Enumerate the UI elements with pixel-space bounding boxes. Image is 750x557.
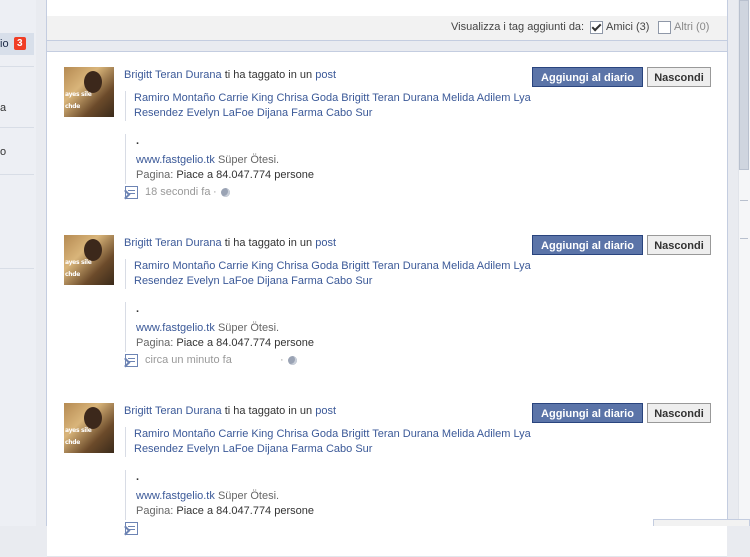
actor-link[interactable]: Brigitt Teran Durana (124, 69, 222, 81)
profile-picture[interactable]: ayes sile chde (64, 403, 114, 453)
sidebar-item-label: io (0, 38, 9, 50)
shared-link-attachment: . www.fastgelio.tk Süper Ötesi. Pagina: … (125, 470, 525, 520)
story-headline: Brigitt Teran Durana ti ha taggato in un… (124, 69, 336, 81)
thumbnail-caption: chde (65, 103, 80, 110)
hide-button[interactable]: Nascondi (647, 403, 711, 423)
photo-subject (84, 407, 102, 429)
page-likes: Piace a 84.047.774 persone (176, 169, 314, 181)
top-panel-edge (47, 0, 727, 17)
sidebar-item-active[interactable]: io 3 (0, 33, 34, 55)
post-link[interactable]: post (315, 69, 336, 81)
scrollbar-marker (740, 200, 748, 201)
others-checkbox[interactable] (658, 21, 671, 34)
tag-note-icon (125, 354, 138, 367)
public-globe-icon[interactable] (288, 356, 297, 365)
tag-story: ayes sile chde Brigitt Teran Durana ti h… (47, 220, 727, 389)
tag-note-icon (125, 522, 138, 535)
attachment-source: www.fastgelio.tk Süper Ötesi. (136, 154, 279, 166)
add-to-timeline-button[interactable]: Aggiungi al diario (532, 235, 643, 255)
photo-subject (84, 71, 102, 93)
sidebar-divider (0, 66, 34, 67)
attachment-subtitle: Süper Ötesi. (217, 490, 280, 502)
thumbnail-caption: ayes sile (65, 427, 92, 434)
sidebar-divider (0, 127, 34, 128)
add-to-timeline-button[interactable]: Aggiungi al diario (532, 403, 643, 423)
attachment-page-info: Pagina: Piace a 84.047.774 persone (136, 169, 314, 181)
attachment-source: www.fastgelio.tk Süper Ötesi. (136, 322, 279, 334)
page-label: Pagina: (136, 505, 174, 517)
profile-picture[interactable]: ayes sile chde (64, 235, 114, 285)
page-likes: Piace a 84.047.774 persone (176, 337, 314, 349)
sidebar-item-fragment[interactable]: o (0, 146, 6, 158)
separator: · (213, 186, 217, 198)
friends-checkbox[interactable] (590, 21, 603, 34)
hide-button[interactable]: Nascondi (647, 67, 711, 87)
actor-link[interactable]: Brigitt Teran Durana (124, 405, 222, 417)
thumbnail-caption: chde (65, 271, 80, 278)
thumbnail-caption: chde (65, 439, 80, 446)
add-to-timeline-button[interactable]: Aggiungi al diario (532, 67, 643, 87)
post-link[interactable]: post (315, 237, 336, 249)
attachment-subtitle: Süper Ötesi. (217, 154, 280, 166)
shared-link-attachment: . www.fastgelio.tk Süper Ötesi. Pagina: … (125, 302, 525, 352)
story-headline: Brigitt Teran Durana ti ha taggato in un… (124, 237, 336, 249)
headline-verb: ti ha taggato in un (224, 69, 313, 81)
public-globe-icon[interactable] (221, 188, 230, 197)
tag-story: ayes sile chde Brigitt Teran Durana ti h… (47, 52, 727, 221)
attachment-url-link[interactable]: www.fastgelio.tk (136, 322, 215, 334)
attachment-url-link[interactable]: www.fastgelio.tk (136, 154, 215, 166)
shared-link-attachment: . www.fastgelio.tk Süper Ötesi. Pagina: … (125, 134, 525, 184)
attachment-subtitle: Süper Ötesi. (217, 322, 280, 334)
chat-bar-corner[interactable] (653, 519, 750, 526)
sidebar-divider (0, 268, 34, 269)
actor-link[interactable]: Brigitt Teran Durana (124, 237, 222, 249)
sidebar-divider (0, 174, 34, 175)
timestamp-link[interactable]: 18 secondi fa (145, 186, 210, 198)
left-sidebar: io 3 a o (0, 0, 36, 526)
page-label: Pagina: (136, 337, 174, 349)
page-label: Pagina: (136, 169, 174, 181)
attachment-url-link[interactable]: www.fastgelio.tk (136, 490, 215, 502)
tagged-people-list[interactable]: Ramiro Montaño Carrie King Chrisa Goda B… (125, 91, 534, 121)
tag-story: ayes sile chde Brigitt Teran Durana ti h… (47, 388, 727, 557)
attachment-page-info: Pagina: Piace a 84.047.774 persone (136, 337, 314, 349)
others-checkbox-label[interactable]: Altri (0) (674, 21, 709, 33)
thumbnail-caption: ayes sile (65, 259, 92, 266)
sidebar-item-fragment[interactable]: a (0, 102, 6, 114)
scrollbar-thumb[interactable] (739, 0, 749, 170)
timestamp-link[interactable]: circa un minuto fa (145, 354, 232, 366)
post-link[interactable]: post (315, 405, 336, 417)
hide-button[interactable]: Nascondi (647, 235, 711, 255)
friends-checkbox-label[interactable]: Amici (3) (606, 21, 649, 33)
attachment-title[interactable]: . (136, 304, 139, 315)
headline-verb: ti ha taggato in un (224, 405, 313, 417)
tag-filter-bar: Visualizza i tag aggiunti da: Amici (3) … (47, 16, 727, 41)
tagged-people-list[interactable]: Ramiro Montaño Carrie King Chrisa Goda B… (125, 427, 534, 457)
attachment-source: www.fastgelio.tk Süper Ötesi. (136, 490, 279, 502)
attachment-page-info: Pagina: Piace a 84.047.774 persone (136, 505, 314, 517)
tag-note-icon (125, 186, 138, 199)
tagged-people-list[interactable]: Ramiro Montaño Carrie King Chrisa Goda B… (125, 259, 534, 289)
attachment-title[interactable]: . (136, 136, 139, 147)
page-likes: Piace a 84.047.774 persone (176, 505, 314, 517)
thumbnail-caption: ayes sile (65, 91, 92, 98)
story-headline: Brigitt Teran Durana ti ha taggato in un… (124, 405, 336, 417)
headline-verb: ti ha taggato in un (224, 237, 313, 249)
scrollbar-marker (740, 238, 748, 239)
section-gap (47, 41, 727, 52)
notification-count-badge: 3 (14, 37, 26, 50)
separator: · (280, 354, 284, 366)
tag-filter-label: Visualizza i tag aggiunti da: (451, 21, 585, 33)
profile-picture[interactable]: ayes sile chde (64, 67, 114, 117)
attachment-title[interactable]: . (136, 472, 139, 483)
photo-subject (84, 239, 102, 261)
activity-log-panel: Visualizza i tag aggiunti da: Amici (3) … (46, 0, 728, 557)
